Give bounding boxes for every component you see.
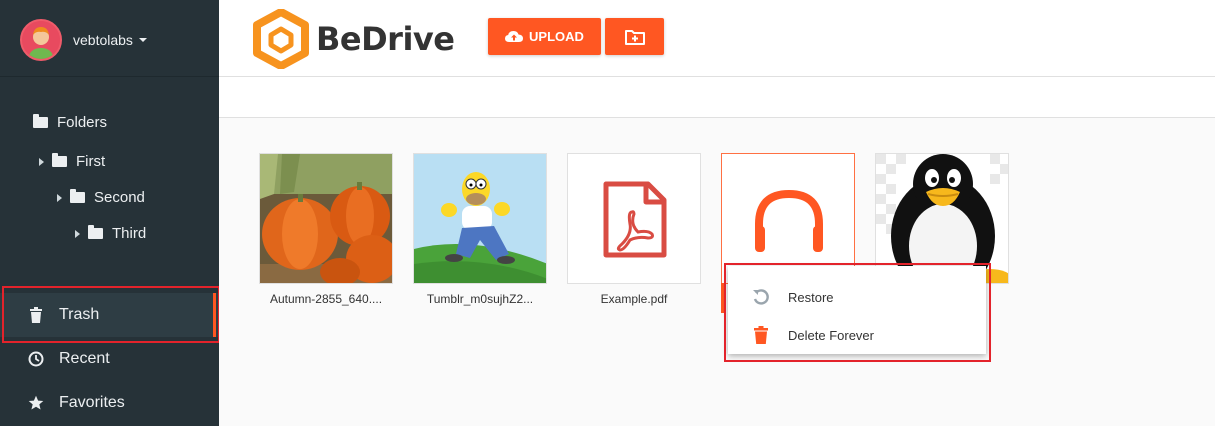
folder-icon xyxy=(88,225,103,239)
menu-label: Delete Forever xyxy=(788,327,874,343)
folder-label: Third xyxy=(112,225,147,242)
avatar xyxy=(20,19,62,61)
file-card[interactable] xyxy=(567,153,701,284)
folder-label: First xyxy=(76,153,106,170)
user-menu[interactable]: vebtolabs xyxy=(20,19,147,61)
logo[interactable]: BeDrive xyxy=(252,9,455,69)
file-name: Autumn-2855_640.... xyxy=(269,292,383,306)
file-card-selected[interactable] xyxy=(721,153,855,284)
restore-icon xyxy=(752,288,770,306)
delete-forever-menu-item[interactable]: Delete Forever xyxy=(728,316,986,354)
clock-icon xyxy=(28,351,44,367)
pdf-icon xyxy=(603,181,667,258)
highlight-box xyxy=(2,286,220,343)
divider xyxy=(0,76,219,77)
file-name: Example.pdf xyxy=(600,292,668,306)
headphones-icon xyxy=(755,189,823,252)
nav-label: Favorites xyxy=(59,394,125,411)
caret-right-icon[interactable] xyxy=(75,229,80,238)
file-card[interactable] xyxy=(875,153,1009,284)
folder-label: Folders xyxy=(57,114,108,131)
folder-tree-root[interactable]: Folders xyxy=(33,114,107,131)
upload-label: UPLOAD xyxy=(529,29,584,44)
selection-marker xyxy=(721,283,725,313)
folder-icon xyxy=(70,189,85,203)
folder-first[interactable]: First xyxy=(39,153,105,170)
folder-plus-icon xyxy=(624,29,645,45)
star-icon xyxy=(28,395,44,411)
nav-label: Recent xyxy=(59,350,110,367)
folder-second[interactable]: Second xyxy=(57,189,145,206)
nav-recent[interactable]: Recent xyxy=(0,337,219,381)
folder-third[interactable]: Third xyxy=(75,225,146,242)
delete-icon xyxy=(752,326,770,344)
folder-icon xyxy=(52,153,67,167)
file-card[interactable] xyxy=(413,153,547,284)
folder-label: Second xyxy=(94,189,145,206)
caret-right-icon[interactable] xyxy=(39,157,44,166)
restore-menu-item[interactable]: Restore xyxy=(728,278,986,316)
upload-button[interactable]: UPLOAD xyxy=(488,18,601,55)
toolbar xyxy=(219,77,1215,118)
nav-favorites[interactable]: Favorites xyxy=(0,381,219,425)
file-thumbnail xyxy=(260,154,392,283)
file-grid: Autumn-2855_640.... Tumblr_m0sujhZ2... E… xyxy=(219,118,1215,426)
new-folder-button[interactable] xyxy=(605,18,664,55)
file-name: Tumblr_m0sujhZ2... xyxy=(426,292,534,306)
sidebar: vebtolabs Folders First Second Third Tra… xyxy=(0,0,219,426)
username: vebtolabs xyxy=(73,32,133,48)
menu-label: Restore xyxy=(788,289,834,305)
cloud-upload-icon xyxy=(505,31,524,42)
file-thumbnail xyxy=(414,154,546,283)
file-card[interactable] xyxy=(259,153,393,284)
brand-name: BeDrive xyxy=(316,20,455,58)
logo-icon xyxy=(253,9,309,69)
chevron-down-icon xyxy=(138,38,147,42)
folder-icon xyxy=(33,114,48,128)
caret-right-icon[interactable] xyxy=(57,193,62,202)
file-thumbnail xyxy=(876,154,1008,283)
header: BeDrive UPLOAD xyxy=(219,0,1215,77)
context-menu: Restore Delete Forever xyxy=(728,266,986,354)
